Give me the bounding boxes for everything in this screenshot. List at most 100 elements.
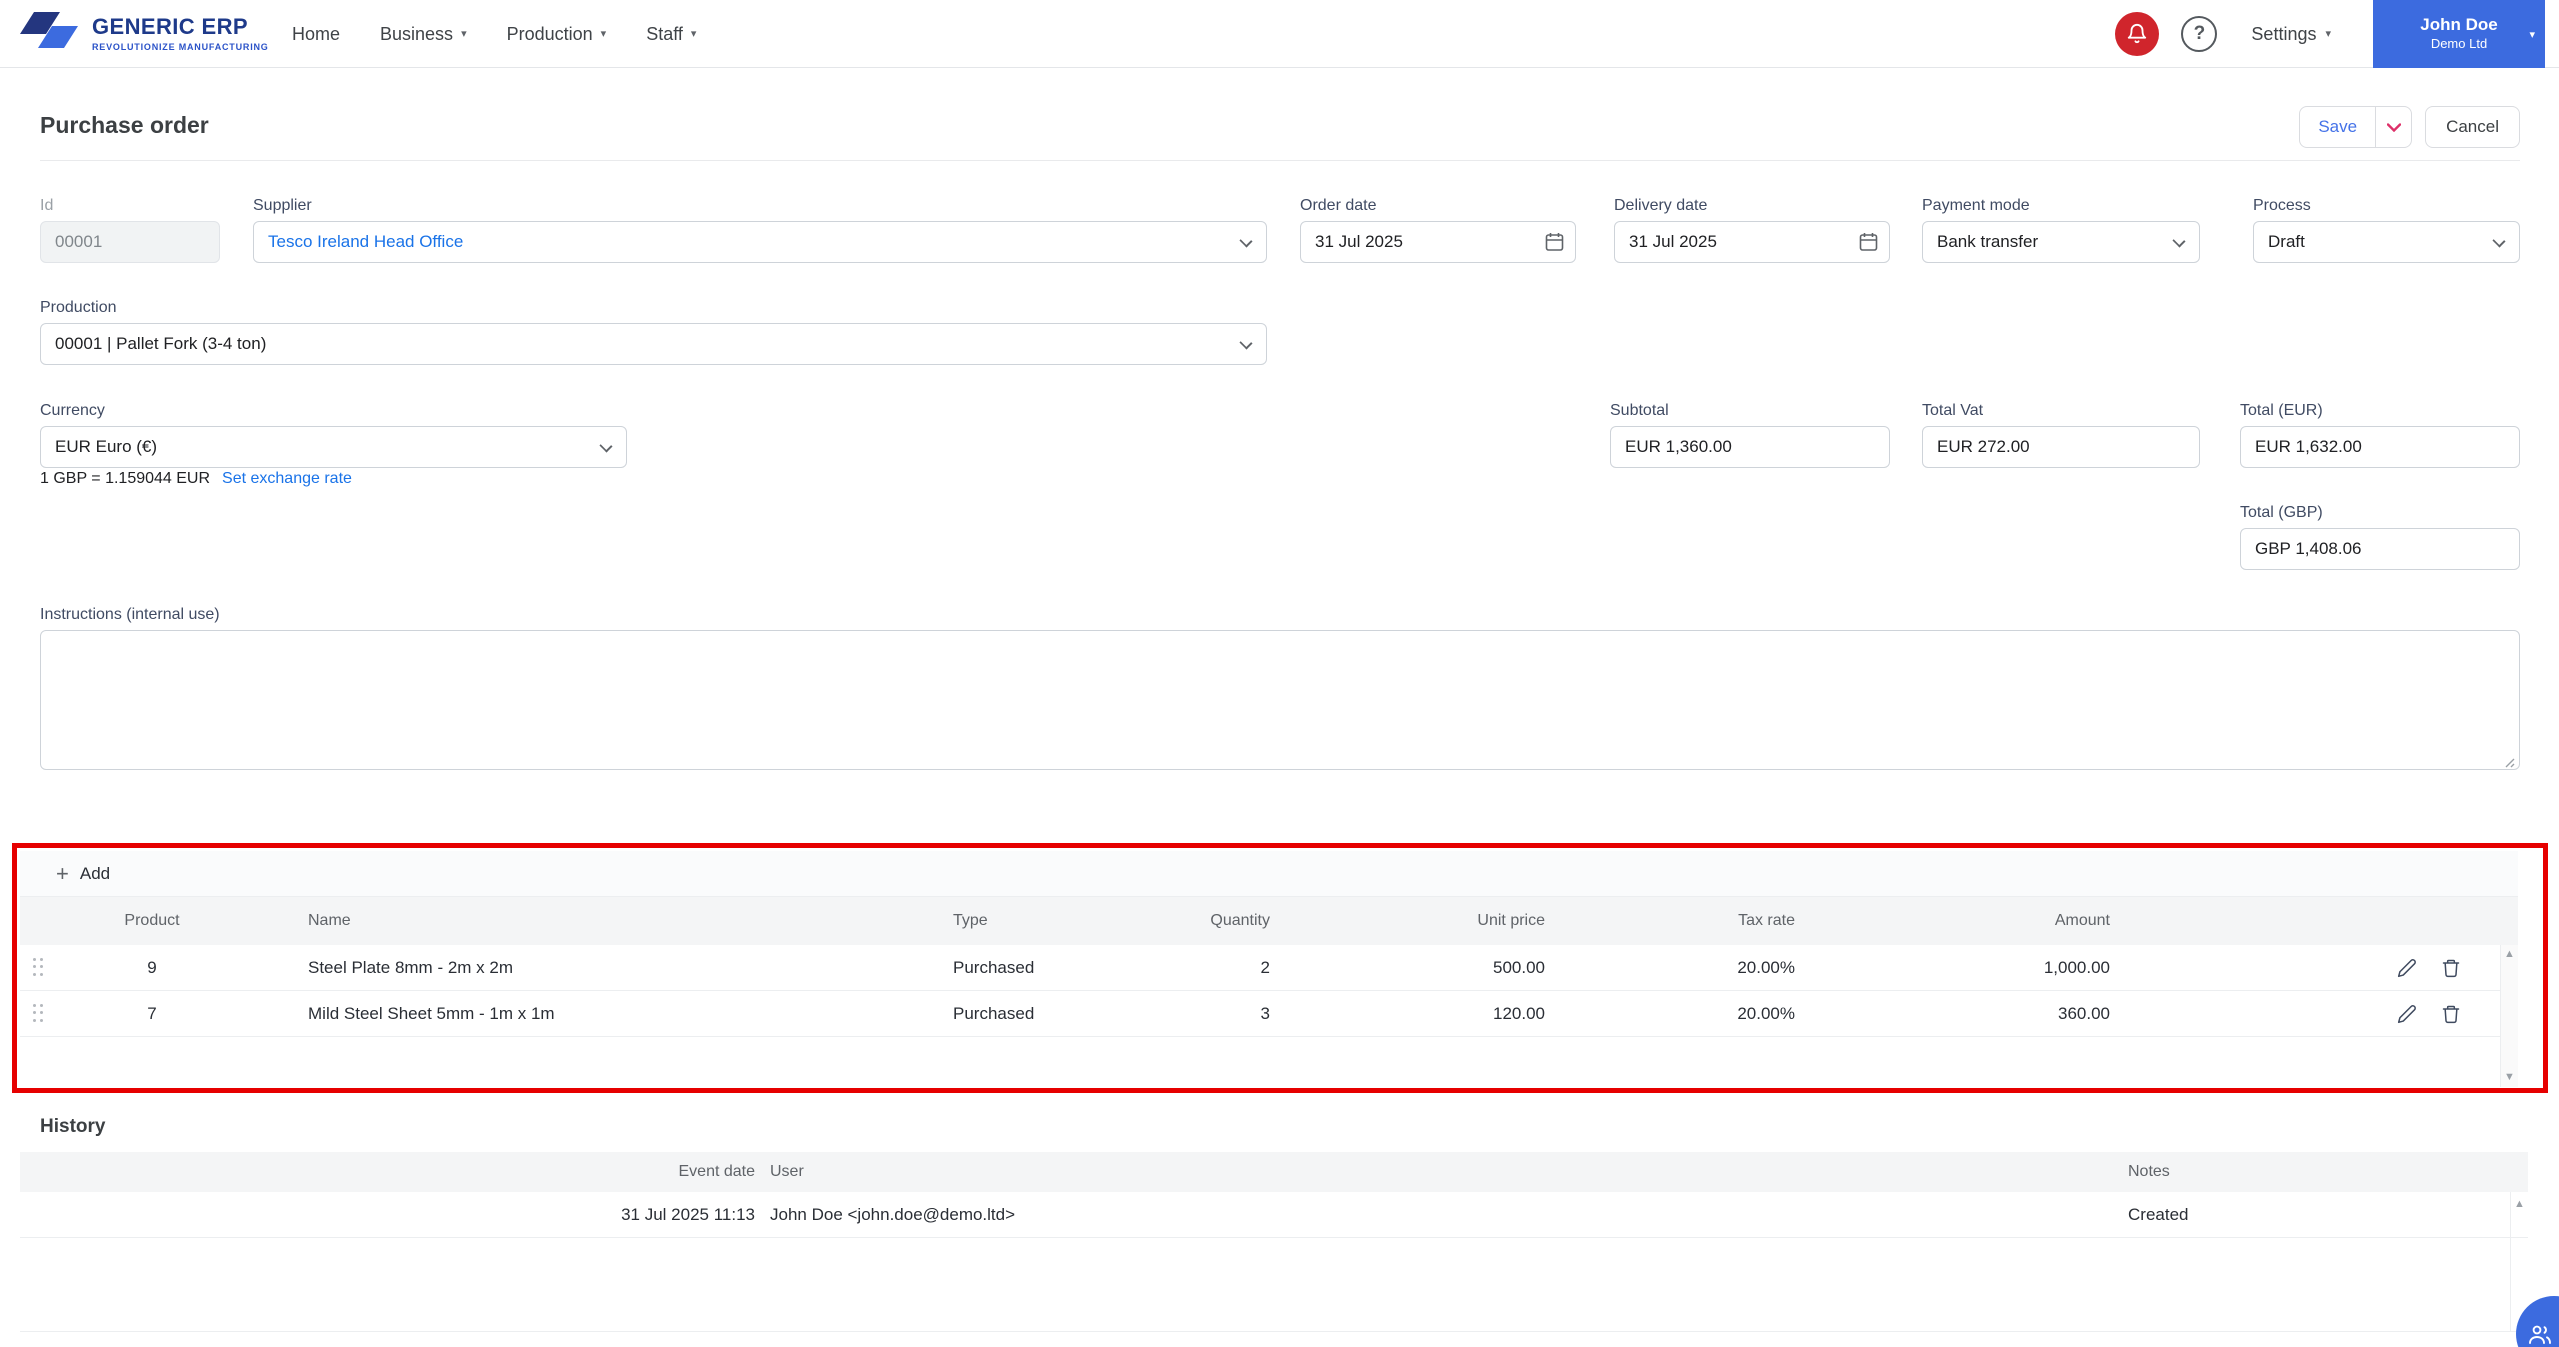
order-date-field-group: Order date	[1300, 197, 1576, 263]
plus-icon: +	[56, 860, 69, 886]
trash-icon	[2442, 1005, 2460, 1023]
items-scrollbar[interactable]: ▲ ▼	[2500, 945, 2518, 1087]
cell-user: John Doe <john.doe@demo.ltd>	[770, 1204, 1016, 1224]
nav-label: Staff	[646, 23, 683, 44]
save-button[interactable]: Save	[2300, 107, 2375, 147]
payment-mode-field-group: Payment mode Bank transfer	[1922, 197, 2200, 263]
col-event-date: Event date	[678, 1163, 756, 1180]
order-date-label: Order date	[1300, 197, 1377, 214]
currency-value: EUR Euro (€)	[55, 437, 158, 456]
history-table-body: 31 Jul 2025 11:13 John Doe <john.doe@dem…	[20, 1192, 2528, 1332]
save-options-button[interactable]	[2375, 107, 2411, 147]
currency-select[interactable]: EUR Euro (€)	[40, 426, 627, 468]
scroll-up-icon[interactable]: ▲	[2504, 949, 2515, 960]
payment-mode-select[interactable]: Bank transfer	[1922, 221, 2200, 263]
user-name: John Doe	[2420, 15, 2498, 35]
items-table-header: Product Name Type Quantity Unit price Ta…	[20, 897, 2518, 945]
production-value: 00001 | Pallet Fork (3-4 ton)	[55, 334, 267, 353]
cell-amount: 360.00	[2058, 1003, 2110, 1023]
user-menu[interactable]: John Doe Demo Ltd ▾	[2373, 0, 2545, 68]
production-select[interactable]: 00001 | Pallet Fork (3-4 ton)	[40, 323, 1267, 365]
chevron-down-icon	[2172, 234, 2186, 248]
cell-unit-price: 500.00	[1493, 957, 1545, 977]
nav-item-staff[interactable]: Staff ▾	[646, 24, 696, 45]
cell-product: 7	[147, 1003, 157, 1023]
app-logo[interactable]: GENERIC ERP REVOLUTIONIZE MANUFACTURING	[18, 8, 269, 58]
delete-row-button[interactable]	[2440, 1003, 2462, 1025]
cell-type: Purchased	[953, 1003, 1035, 1023]
divider	[40, 160, 2520, 161]
add-item-button[interactable]: + Add	[56, 860, 111, 886]
process-label: Process	[2253, 197, 2311, 214]
calendar-icon[interactable]	[1545, 232, 1564, 252]
chevron-down-icon: ▾	[690, 27, 697, 40]
save-split-button: Save	[2299, 106, 2413, 148]
pencil-icon	[2397, 958, 2416, 977]
top-navigation-bar: GENERIC ERP REVOLUTIONIZE MANUFACTURING …	[0, 0, 2559, 68]
col-unit-price: Unit price	[1477, 912, 1545, 929]
delivery-date-label: Delivery date	[1614, 197, 1708, 214]
payment-mode-value: Bank transfer	[1937, 232, 2039, 251]
nav-item-business[interactable]: Business ▾	[380, 24, 467, 45]
delivery-date-input[interactable]	[1614, 221, 1890, 263]
user-company: Demo Ltd	[2430, 35, 2488, 51]
payment-mode-label: Payment mode	[1922, 197, 2030, 214]
cancel-button[interactable]: Cancel	[2425, 106, 2520, 148]
trash-icon	[2442, 959, 2460, 977]
nav-item-home[interactable]: Home	[292, 24, 340, 45]
bell-icon	[2128, 24, 2147, 44]
help-button[interactable]: ?	[2181, 16, 2218, 52]
cell-event-date: 31 Jul 2025 11:13	[621, 1204, 755, 1224]
items-add-bar: + Add	[20, 851, 2518, 897]
edit-row-button[interactable]	[2396, 1003, 2418, 1025]
supplier-select[interactable]: Tesco Ireland Head Office	[253, 221, 1267, 263]
instructions-label: Instructions (internal use)	[40, 606, 220, 623]
order-items-section: + Add Product Name Type Quantity Unit pr…	[20, 851, 2518, 1087]
scroll-down-icon[interactable]: ▼	[2504, 1072, 2515, 1083]
process-select[interactable]: Draft	[2253, 221, 2520, 263]
delivery-date-field-group: Delivery date	[1614, 197, 1890, 263]
cell-name: Steel Plate 8mm - 2m x 2m	[308, 957, 514, 977]
set-exchange-rate-link[interactable]: Set exchange rate	[222, 470, 352, 487]
purchase-order-page: GENERIC ERP REVOLUTIONIZE MANUFACTURING …	[0, 0, 2559, 1347]
exchange-rate-note: 1 GBP = 1.159044 EUR Set exchange rate	[40, 470, 352, 488]
subtotal-field-group: Subtotal	[1610, 402, 1890, 468]
col-type: Type	[953, 912, 988, 929]
chevron-down-icon	[1239, 336, 1253, 350]
nav-label: Home	[292, 23, 341, 44]
chevron-down-icon	[1239, 234, 1253, 248]
cell-quantity: 2	[1260, 957, 1270, 977]
logo-icon	[20, 12, 78, 48]
drag-handle-icon[interactable]	[33, 1003, 47, 1024]
id-field-group: Id	[40, 197, 220, 263]
edit-row-button[interactable]	[2396, 957, 2418, 979]
chevron-down-icon: ▾	[2325, 27, 2331, 40]
delete-row-button[interactable]	[2440, 957, 2462, 979]
process-field-group: Process Draft	[2253, 197, 2520, 263]
notifications-button[interactable]	[2115, 12, 2160, 56]
col-user: User	[770, 1163, 804, 1180]
nav-item-production[interactable]: Production ▾	[507, 24, 607, 45]
id-input[interactable]	[40, 221, 220, 263]
instructions-textarea[interactable]	[40, 630, 2520, 770]
settings-label: Settings	[2251, 23, 2317, 44]
id-label: Id	[40, 197, 54, 214]
col-quantity: Quantity	[1210, 912, 1270, 929]
chevron-down-icon: ▾	[2529, 29, 2535, 41]
cell-amount: 1,000.00	[2043, 957, 2110, 977]
cell-type: Purchased	[953, 957, 1035, 977]
history-table-header: Event date User Notes	[20, 1152, 2528, 1192]
supplier-value: Tesco Ireland Head Office	[268, 232, 464, 251]
add-item-label: Add	[79, 863, 111, 883]
calendar-icon[interactable]	[1859, 232, 1878, 252]
total-vat-field-group: Total Vat	[1922, 402, 2200, 468]
col-amount: Amount	[2054, 912, 2110, 929]
order-date-input[interactable]	[1300, 221, 1576, 263]
production-field-group: Production 00001 | Pallet Fork (3-4 ton)	[40, 299, 1267, 365]
col-product: Product	[124, 912, 180, 929]
chevron-down-icon: ▾	[461, 27, 467, 40]
table-row: 9 Steel Plate 8mm - 2m x 2m Purchased 2 …	[20, 945, 2518, 991]
drag-handle-icon[interactable]	[33, 957, 47, 978]
title-actions: Save Cancel	[2299, 106, 2520, 148]
settings-menu[interactable]: Settings ▾	[2251, 24, 2331, 45]
